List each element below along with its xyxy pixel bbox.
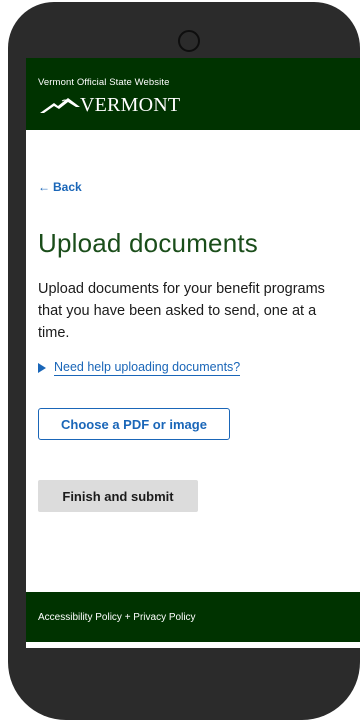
mountain-icon — [40, 98, 80, 113]
logo-wordmark: VERMONT — [80, 93, 181, 116]
back-link-label: Back — [53, 180, 82, 194]
site-footer: Accessibility Policy + Privacy Policy — [26, 592, 360, 642]
disclosure-triangle-icon — [38, 363, 46, 373]
choose-file-button[interactable]: Choose a PDF or image — [38, 408, 230, 440]
footer-links[interactable]: Accessibility Policy + Privacy Policy — [38, 612, 196, 623]
back-link[interactable]: ← Back — [38, 180, 82, 194]
help-toggle[interactable]: Need help uploading documents? — [38, 360, 241, 376]
help-toggle-label: Need help uploading documents? — [54, 360, 241, 376]
intro-text: Upload documents for your benefit progra… — [38, 281, 325, 341]
vermont-logo[interactable]: VERMONT — [38, 93, 180, 117]
finish-submit-button[interactable]: Finish and submit — [38, 480, 198, 512]
camera-icon — [178, 30, 200, 52]
site-header: Vermont Official State Website VERMONT — [26, 58, 360, 130]
page-title: Upload documents — [38, 228, 258, 258]
arrow-left-icon: ← — [38, 180, 50, 194]
app-screen: Vermont Official State Website VERMONT ←… — [26, 58, 360, 648]
official-site-label: Vermont Official State Website — [38, 77, 170, 88]
